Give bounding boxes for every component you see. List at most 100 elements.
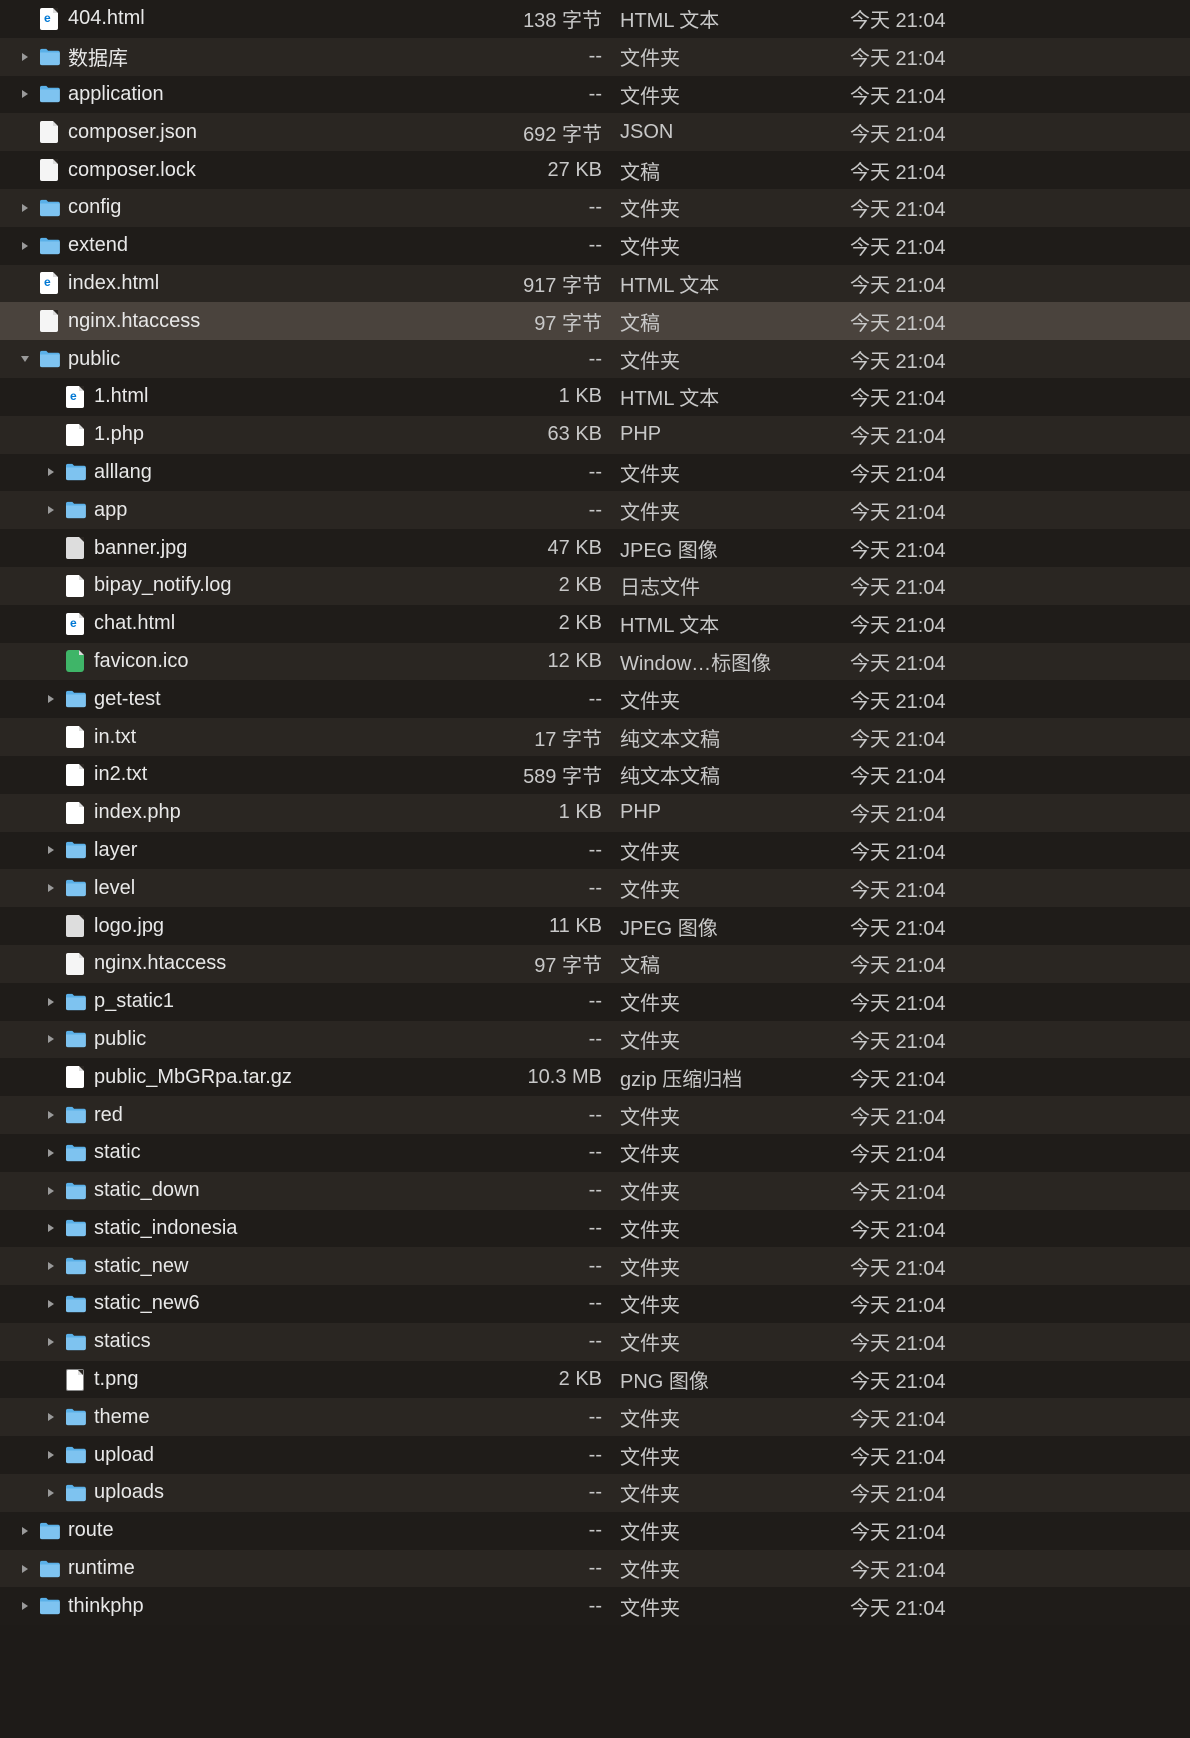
file-date: 今天 21:04 bbox=[850, 382, 1190, 411]
disclosure-right-icon[interactable] bbox=[44, 1184, 58, 1198]
file-row[interactable]: get-test--文件夹今天 21:04 bbox=[0, 680, 1190, 718]
file-row[interactable]: runtime--文件夹今天 21:04 bbox=[0, 1550, 1190, 1588]
file-row[interactable]: composer.json692 字节JSON今天 21:04 bbox=[0, 113, 1190, 151]
file-row[interactable]: static_new--文件夹今天 21:04 bbox=[0, 1247, 1190, 1285]
file-row[interactable]: public_MbGRpa.tar.gz10.3 MBgzip 压缩归档今天 2… bbox=[0, 1058, 1190, 1096]
disclosure-right-icon[interactable] bbox=[44, 1486, 58, 1500]
file-row[interactable]: favicon.ico12 KBWindow…标图像今天 21:04 bbox=[0, 643, 1190, 681]
disclosure-right-icon[interactable] bbox=[44, 1032, 58, 1046]
disclosure-right-icon[interactable] bbox=[44, 1146, 58, 1160]
disclosure-right-icon[interactable] bbox=[18, 239, 32, 253]
disclosure-right-icon[interactable] bbox=[44, 1410, 58, 1424]
file-row[interactable]: t.png2 KBPNG 图像今天 21:04 bbox=[0, 1361, 1190, 1399]
file-row[interactable]: in.txt17 字节纯文本文稿今天 21:04 bbox=[0, 718, 1190, 756]
file-row[interactable]: index.html917 字节HTML 文本今天 21:04 bbox=[0, 265, 1190, 303]
file-kind: 文件夹 bbox=[620, 1289, 850, 1318]
file-row[interactable]: app--文件夹今天 21:04 bbox=[0, 491, 1190, 529]
file-row[interactable]: theme--文件夹今天 21:04 bbox=[0, 1398, 1190, 1436]
disclosure-right-icon[interactable] bbox=[44, 1221, 58, 1235]
file-kind: 文件夹 bbox=[620, 1516, 850, 1545]
file-size: -- bbox=[500, 234, 620, 257]
file-row[interactable]: statics--文件夹今天 21:04 bbox=[0, 1323, 1190, 1361]
file-row[interactable]: alllang--文件夹今天 21:04 bbox=[0, 454, 1190, 492]
file-kind: 文件夹 bbox=[620, 1478, 850, 1507]
disclosure-right-icon[interactable] bbox=[44, 1335, 58, 1349]
disclosure-right-icon[interactable] bbox=[18, 50, 32, 64]
disclosure-right-icon[interactable] bbox=[18, 201, 32, 215]
disclosure-right-icon[interactable] bbox=[44, 503, 58, 517]
file-row[interactable]: in2.txt589 字节纯文本文稿今天 21:04 bbox=[0, 756, 1190, 794]
file-row[interactable]: p_static1--文件夹今天 21:04 bbox=[0, 983, 1190, 1021]
file-row[interactable]: nginx.htaccess97 字节文稿今天 21:04 bbox=[0, 302, 1190, 340]
file-row[interactable]: 1.php63 KBPHP今天 21:04 bbox=[0, 416, 1190, 454]
file-row[interactable]: banner.jpg47 KBJPEG 图像今天 21:04 bbox=[0, 529, 1190, 567]
file-row[interactable]: level--文件夹今天 21:04 bbox=[0, 869, 1190, 907]
disclosure-right-icon[interactable] bbox=[44, 1297, 58, 1311]
file-row[interactable]: public--文件夹今天 21:04 bbox=[0, 340, 1190, 378]
disclosure-right-icon[interactable] bbox=[18, 1599, 32, 1613]
file-row[interactable]: chat.html2 KBHTML 文本今天 21:04 bbox=[0, 605, 1190, 643]
disclosure-right-icon[interactable] bbox=[44, 1448, 58, 1462]
folder-icon bbox=[64, 1331, 86, 1353]
file-name: composer.lock bbox=[68, 159, 196, 182]
disclosure-right-icon[interactable] bbox=[44, 881, 58, 895]
disclosure-right-icon[interactable] bbox=[44, 1108, 58, 1122]
file-kind: Window…标图像 bbox=[620, 647, 850, 676]
disclosure-right-icon[interactable] bbox=[18, 1524, 32, 1538]
file-row[interactable]: upload--文件夹今天 21:04 bbox=[0, 1436, 1190, 1474]
disclosure-spacer bbox=[44, 957, 58, 971]
file-row[interactable]: thinkphp--文件夹今天 21:04 bbox=[0, 1587, 1190, 1625]
html-file-icon bbox=[64, 613, 86, 635]
disclosure-right-icon[interactable] bbox=[18, 1562, 32, 1576]
file-kind: 文件夹 bbox=[620, 1025, 850, 1054]
file-row[interactable]: route--文件夹今天 21:04 bbox=[0, 1512, 1190, 1550]
file-row[interactable]: red--文件夹今天 21:04 bbox=[0, 1096, 1190, 1134]
file-row[interactable]: static_new6--文件夹今天 21:04 bbox=[0, 1285, 1190, 1323]
file-kind: HTML 文本 bbox=[620, 382, 850, 411]
file-date: 今天 21:04 bbox=[850, 4, 1190, 33]
folder-icon bbox=[64, 877, 86, 899]
file-size: 63 KB bbox=[500, 423, 620, 446]
file-name: uploads bbox=[94, 1481, 164, 1504]
file-kind: 文件夹 bbox=[620, 231, 850, 260]
file-row[interactable]: bipay_notify.log2 KB日志文件今天 21:04 bbox=[0, 567, 1190, 605]
disclosure-right-icon[interactable] bbox=[44, 465, 58, 479]
file-date: 今天 21:04 bbox=[850, 1101, 1190, 1130]
file-kind: 文件夹 bbox=[620, 836, 850, 865]
file-kind: gzip 压缩归档 bbox=[620, 1063, 850, 1092]
file-date: 今天 21:04 bbox=[850, 1176, 1190, 1205]
file-name: 404.html bbox=[68, 7, 145, 30]
file-row[interactable]: static_indonesia--文件夹今天 21:04 bbox=[0, 1210, 1190, 1248]
file-row[interactable]: static_down--文件夹今天 21:04 bbox=[0, 1172, 1190, 1210]
file-row[interactable]: layer--文件夹今天 21:04 bbox=[0, 832, 1190, 870]
file-row[interactable]: extend--文件夹今天 21:04 bbox=[0, 227, 1190, 265]
file-kind: 文件夹 bbox=[620, 42, 850, 71]
file-row[interactable]: 404.html138 字节HTML 文本今天 21:04 bbox=[0, 0, 1190, 38]
file-size: -- bbox=[500, 83, 620, 106]
file-row[interactable]: 1.html1 KBHTML 文本今天 21:04 bbox=[0, 378, 1190, 416]
disclosure-right-icon[interactable] bbox=[18, 87, 32, 101]
disclosure-right-icon[interactable] bbox=[44, 692, 58, 706]
file-row[interactable]: public--文件夹今天 21:04 bbox=[0, 1021, 1190, 1059]
file-row[interactable]: config--文件夹今天 21:04 bbox=[0, 189, 1190, 227]
file-row[interactable]: uploads--文件夹今天 21:04 bbox=[0, 1474, 1190, 1512]
disclosure-right-icon[interactable] bbox=[44, 1259, 58, 1273]
disclosure-down-icon[interactable] bbox=[18, 352, 32, 366]
ico-file-icon bbox=[64, 650, 86, 672]
file-size: -- bbox=[500, 990, 620, 1013]
file-row[interactable]: application--文件夹今天 21:04 bbox=[0, 76, 1190, 114]
html-file-icon bbox=[38, 8, 60, 30]
file-row[interactable]: static--文件夹今天 21:04 bbox=[0, 1134, 1190, 1172]
disclosure-spacer bbox=[18, 163, 32, 177]
disclosure-right-icon[interactable] bbox=[44, 843, 58, 857]
file-row[interactable]: composer.lock27 KB文稿今天 21:04 bbox=[0, 151, 1190, 189]
file-row[interactable]: logo.jpg11 KBJPEG 图像今天 21:04 bbox=[0, 907, 1190, 945]
file-name: public_MbGRpa.tar.gz bbox=[94, 1066, 292, 1089]
folder-icon bbox=[38, 1595, 60, 1617]
file-date: 今天 21:04 bbox=[850, 1138, 1190, 1167]
disclosure-right-icon[interactable] bbox=[44, 995, 58, 1009]
file-row[interactable]: 数据库--文件夹今天 21:04 bbox=[0, 38, 1190, 76]
file-row[interactable]: index.php1 KBPHP今天 21:04 bbox=[0, 794, 1190, 832]
file-name: runtime bbox=[68, 1557, 135, 1580]
file-row[interactable]: nginx.htaccess97 字节文稿今天 21:04 bbox=[0, 945, 1190, 983]
